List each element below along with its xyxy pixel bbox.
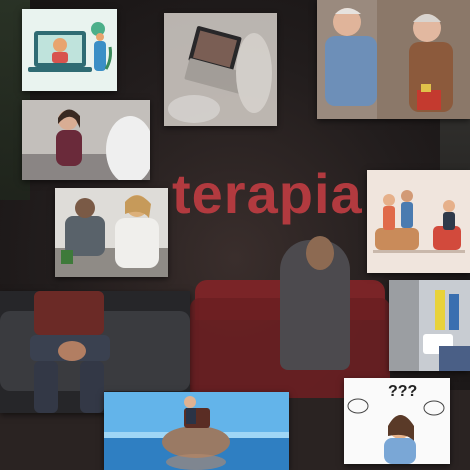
confused-woman-question-marks: ??? [344, 378, 450, 464]
page-title: terapia [172, 162, 363, 225]
background-man-head [306, 236, 334, 270]
collage-stage: terapia ??? [0, 0, 470, 470]
counselor-consoling-man-photo [55, 188, 168, 277]
elderly-couple-photo [317, 0, 470, 119]
couple-therapy-illustration [367, 170, 470, 273]
question-marks-text: ??? [388, 383, 417, 400]
online-therapy-illustration [22, 9, 117, 91]
worried-woman-photo [22, 100, 150, 180]
head-in-water-photo [104, 392, 289, 470]
laptop-session-photo [164, 13, 277, 126]
woman-in-session-photo [389, 280, 470, 371]
